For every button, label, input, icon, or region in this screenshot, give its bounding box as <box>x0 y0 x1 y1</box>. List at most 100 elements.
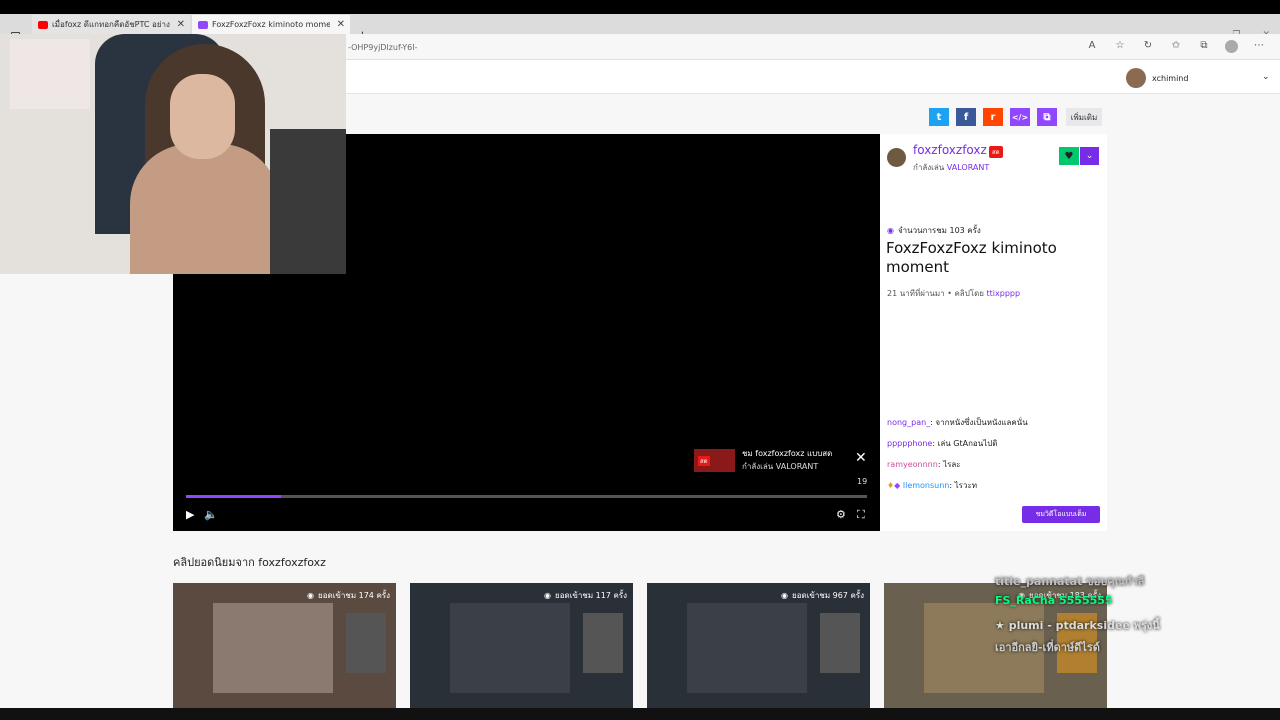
channel-avatar[interactable] <box>887 148 906 167</box>
chat-message: ramyeonnnn: ไรละ <box>887 460 961 469</box>
os-top-bar <box>0 0 1280 14</box>
clip-thumbnail-cam <box>820 613 860 673</box>
username: xchimind <box>1152 73 1189 83</box>
profile-icon[interactable] <box>1225 40 1238 53</box>
embed-button[interactable]: </> <box>1010 108 1030 126</box>
chat-username[interactable]: ppppphone <box>887 439 932 448</box>
monitor <box>270 129 346 274</box>
clip-views: ◉ ยอดเข้าชม 174 ครั้ง <box>307 589 390 602</box>
url-input[interactable]: -OHP9yjDlzuf-Y6I- <box>348 43 417 52</box>
menu-icon[interactable]: ⋯ <box>1252 40 1266 53</box>
chat-message: nong_pan_: จากหนังซึ่งเป็นหนังแลคนั่น <box>887 418 1028 427</box>
tab-label: FoxzFoxzFoxz kiminoto moment <box>212 20 330 29</box>
promo-subtitle: กำลังเล่น VALORANT <box>742 462 819 471</box>
clip-sidebar: foxzfoxzfoxz สด กำลังเล่น VALORANT ♥ ⌄ ◉… <box>880 134 1107 531</box>
view-count-text: จำนวนการชม 103 ครั้ง <box>897 226 981 235</box>
progress-fill <box>186 495 282 498</box>
user-menu[interactable]: xchimind ⌄ <box>1126 68 1270 88</box>
game-prefix: กำลังเล่น <box>913 163 945 172</box>
address-bar-icons: A ☆ ↻ ✩ ⧉ ⋯ <box>1085 40 1266 53</box>
chat-text: ไรละ <box>943 460 961 469</box>
clip-meta: 21 นาทีที่ผ่านมา • คลิปโดย ttixpppp <box>887 287 1020 300</box>
volume-button[interactable]: 🔈 <box>204 508 218 521</box>
clip-card[interactable]: ◉ ยอดเข้าชม 967 ครั้ง <box>647 583 870 708</box>
sub-badge-icon: ◆ <box>894 481 901 490</box>
tab-label: เมื่อfoxz ดีแกทอกคืดอัชPTC อย่างนั้น <box>52 20 170 29</box>
eye-icon: ◉ <box>307 591 314 600</box>
share-buttons: t f r </> ⧉ <box>929 108 1057 126</box>
promo-thumbnail: สด <box>694 448 735 472</box>
chat-message: ppppphone: เล่น GtAกอนไปดิ <box>887 439 998 448</box>
chat-username[interactable]: nong_pan_ <box>887 418 930 427</box>
more-button[interactable]: เพิ่มเติม <box>1066 108 1102 126</box>
overlay-chat-line: เอาอีกลยิ-เที่ดาษ์ดีไรด์ <box>995 641 1100 654</box>
clip-views-text: ยอดเข้าชม 117 ครั้ง <box>555 591 627 600</box>
view-count: ◉ จำนวนการชม 103 ครั้ง <box>887 224 981 237</box>
browser-tab-youtube[interactable]: เมื่อfoxz ดีแกทอกคืดอัชPTC อย่างนั้น ✕ <box>32 15 190 34</box>
twitter-share-button[interactable]: t <box>929 108 949 126</box>
streamer-face <box>170 74 235 159</box>
overlay-chat-line: title_pannatat ขอบคุณกำลี <box>995 575 1145 588</box>
clip-title: FoxzFoxzFoxz kiminoto moment <box>886 239 1057 276</box>
watch-full-video-button[interactable]: ชมวิดีโอแบบเต็ม <box>1022 506 1100 523</box>
chat-message: ♦◆ llemonsunn: ไรวะท <box>887 481 978 490</box>
twitch-icon <box>198 20 208 29</box>
settings-button[interactable]: ⚙ <box>836 508 846 521</box>
live-badge: สด <box>989 146 1003 158</box>
reddit-share-button[interactable]: r <box>983 108 1003 126</box>
progress-bar[interactable] <box>186 495 867 498</box>
chat-username[interactable]: ramyeonnnn <box>887 460 938 469</box>
clip-views-text: ยอดเข้าชม 967 ครั้ง <box>792 591 864 600</box>
game-link[interactable]: VALORANT <box>947 163 989 172</box>
close-icon[interactable]: ✕ <box>177 19 185 30</box>
stream-chat-overlay: title_pannatat ขอบคุณกำลี FS_RaCha 55555… <box>995 572 1255 660</box>
popular-clips-title: คลิปยอดนิยมจาก foxzfoxzfoxz <box>173 556 326 569</box>
fullscreen-button[interactable]: ⛶ <box>857 508 865 522</box>
live-badge: สด <box>698 455 710 466</box>
clip-thumbnail <box>450 603 570 693</box>
clip-thumbnail <box>213 603 333 693</box>
chat-replay: nong_pan_: จากหนังซึ่งเป็นหนังแลคนั่น pp… <box>887 416 1102 500</box>
facebook-share-button[interactable]: f <box>956 108 976 126</box>
chevron-down-icon: ⌄ <box>1262 72 1270 82</box>
clipper-link[interactable]: ttixpppp <box>987 289 1021 298</box>
favorites-list-icon[interactable]: ✩ <box>1169 40 1183 53</box>
clip-views: ◉ ยอดเข้าชม 117 ครั้ง <box>544 589 627 602</box>
close-icon[interactable]: ✕ <box>337 19 345 30</box>
clip-views: ◉ ยอดเข้าชม 967 ครั้ง <box>781 589 864 602</box>
live-promo[interactable]: สด ชม foxzfoxzfoxz แบบสด กำลังเล่น VALOR… <box>694 447 832 473</box>
os-bottom-bar <box>0 708 1280 720</box>
clip-thumbnail-cam <box>346 613 386 673</box>
favorite-icon[interactable]: ☆ <box>1113 40 1127 53</box>
clip-time: 21 นาทีที่ผ่านมา • คลิปโดย <box>887 289 984 298</box>
promo-title: ชม foxzfoxzfoxz แบบสด <box>742 449 833 458</box>
webcam-overlay <box>0 34 346 274</box>
play-button[interactable]: ▶ <box>186 508 194 521</box>
popular-clips: ◉ ยอดเข้าชม 174 ครั้ง ◉ ยอดเข้าชม 117 ครั้… <box>173 583 1107 708</box>
overlay-chat-line: ★ plumi - ptdarksidee พรุ่งนี้ <box>995 619 1160 632</box>
close-icon[interactable]: ✕ <box>855 450 867 466</box>
follow-dropdown-button[interactable]: ⌄ <box>1080 147 1099 165</box>
browser-tab-twitch[interactable]: FoxzFoxzFoxz kiminoto moment ✕ <box>192 15 350 34</box>
copy-link-button[interactable]: ⧉ <box>1037 108 1057 126</box>
clip-card[interactable]: ◉ ยอดเข้าชม 117 ครั้ง <box>410 583 633 708</box>
eye-icon: ◉ <box>544 591 551 600</box>
chat-text: จากหนังซึ่งเป็นหนังแลคนั่น <box>935 418 1028 427</box>
collections-icon[interactable]: ⧉ <box>1197 40 1211 53</box>
follow-button[interactable]: ♥ <box>1059 147 1079 165</box>
timestamp: 19 <box>857 477 868 486</box>
clip-thumbnail-cam <box>583 613 623 673</box>
eye-icon: ◉ <box>887 226 894 235</box>
channel-game: กำลังเล่น VALORANT <box>913 161 989 174</box>
streamer-body <box>130 144 280 274</box>
browser-tab-strip: เมื่อfoxz ดีแกทอกคืดอัชPTC อย่างนั้น ✕ F… <box>0 14 1280 44</box>
clip-thumbnail <box>687 603 807 693</box>
eye-icon: ◉ <box>781 591 788 600</box>
chat-text: เล่น GtAกอนไปดิ <box>937 439 998 448</box>
chat-username[interactable]: llemonsunn <box>903 481 950 490</box>
refresh-icon[interactable]: ↻ <box>1141 40 1155 53</box>
read-aloud-icon[interactable]: A <box>1085 40 1099 53</box>
clip-card[interactable]: ◉ ยอดเข้าชม 174 ครั้ง <box>173 583 396 708</box>
wall-photos <box>10 39 90 109</box>
channel-name[interactable]: foxzfoxzfoxz <box>913 143 987 157</box>
